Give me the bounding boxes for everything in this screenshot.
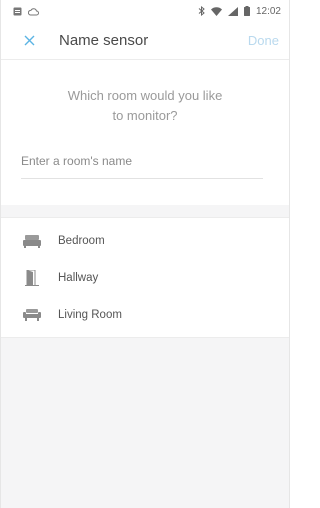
status-left [13,7,39,16]
room-question: Which room would you like to monitor? [1,60,289,126]
room-label-living-room: Living Room [58,308,122,321]
room-name-input[interactable] [21,154,263,168]
app-header: Name sensor Done [1,22,289,60]
notification-icon [13,7,22,16]
room-question-line-2: to monitor? [112,108,178,123]
room-question-line-1: Which room would you like [67,88,223,103]
room-name-field [21,152,263,179]
done-button[interactable]: Done [248,33,279,48]
bluetooth-icon [198,6,205,16]
room-item-bedroom[interactable]: Bedroom [1,222,289,259]
room-label-hallway: Hallway [58,271,99,284]
sofa-icon [23,307,41,323]
room-label-bedroom: Bedroom [58,234,105,247]
close-icon [24,35,34,46]
status-right: 12:02 [198,6,281,17]
signal-icon [227,6,238,16]
battery-icon [243,6,250,16]
room-item-living-room[interactable]: Living Room [1,296,289,333]
status-bar: 12:02 [1,0,289,22]
cloud-icon [28,7,39,16]
door-icon [23,269,41,286]
page-title: Name sensor [59,32,149,49]
room-item-hallway[interactable]: Hallway [1,259,289,296]
close-button[interactable] [19,31,39,51]
wifi-icon [210,6,222,16]
room-prompt-section: Which room would you like to monitor? [1,60,289,205]
bed-icon [23,233,41,249]
room-list: Bedroom Hallway Living Room [1,217,289,338]
app-screen: 12:02 Name sensor Done Which room would … [0,0,290,508]
status-time: 12:02 [255,5,281,17]
